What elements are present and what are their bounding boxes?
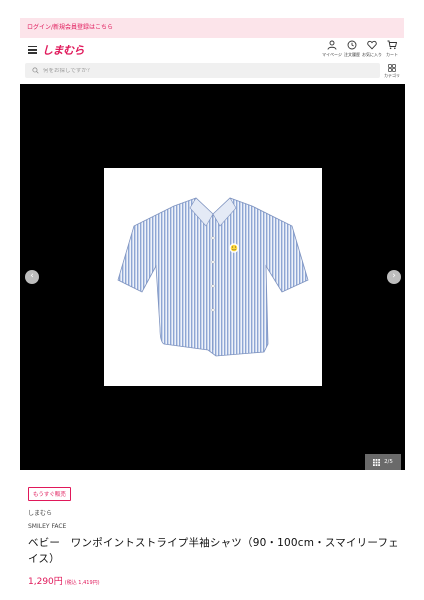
search-bar — [25, 63, 380, 78]
login-register-link[interactable]: ログイン/新規会員登録はこちら — [20, 18, 404, 38]
product-image — [104, 168, 322, 386]
search-icon — [32, 67, 39, 74]
cart-label: カート — [386, 52, 398, 57]
heart-icon — [367, 40, 377, 50]
product-title: ベビー ワンポイントストライプ半袖シャツ（90・100cm・スマイリーフェイス） — [28, 537, 399, 565]
image-counter[interactable]: 2/5 — [365, 454, 401, 470]
mypage-button[interactable]: マイページ — [322, 40, 342, 58]
category-label: カテゴリ — [384, 73, 400, 78]
shimamura-logo[interactable]: しまむら — [42, 42, 85, 58]
striped-shirt-image — [117, 197, 309, 357]
order-history-button[interactable]: 注文履歴 — [342, 40, 362, 58]
sub-brand-name: SMILEY FACE — [28, 523, 67, 530]
header-icons: マイページ 注文履歴 お気に入り カート — [322, 40, 402, 58]
price-row: 1,290円 (税込 1,419円) — [28, 569, 100, 588]
cart-icon — [387, 40, 397, 50]
tax-included-price: (税込 1,419円) — [64, 580, 100, 586]
brand-name: しまむら — [28, 510, 53, 517]
header: しまむら マイページ 注文履歴 お気に入り カート — [20, 40, 404, 62]
coming-soon-badge: もうすぐ販売 — [28, 487, 71, 501]
favorites-label: お気に入り — [362, 52, 382, 57]
cart-button[interactable]: カート — [382, 40, 402, 58]
previous-image-button[interactable]: ‹ — [25, 270, 39, 284]
order-history-label: 注文履歴 — [344, 52, 360, 57]
image-counter-text: 2/5 — [384, 459, 393, 465]
grid-icon — [388, 64, 396, 72]
product-image-gallery[interactable]: ‹ › 2/5 — [20, 84, 405, 470]
thumbnail-grid-icon — [373, 458, 381, 466]
category-button[interactable]: カテゴリ — [384, 64, 400, 80]
clock-icon — [347, 40, 357, 50]
mypage-label: マイページ — [322, 52, 342, 57]
price: 1,290円 — [28, 577, 63, 587]
search-input[interactable] — [43, 67, 343, 74]
chevron-left-icon: ‹ — [30, 271, 34, 281]
chevron-right-icon: › — [392, 271, 396, 281]
user-icon — [327, 40, 337, 50]
next-image-button[interactable]: › — [387, 270, 401, 284]
hamburger-menu-icon[interactable] — [28, 46, 37, 54]
favorites-button[interactable]: お気に入り — [362, 40, 382, 58]
